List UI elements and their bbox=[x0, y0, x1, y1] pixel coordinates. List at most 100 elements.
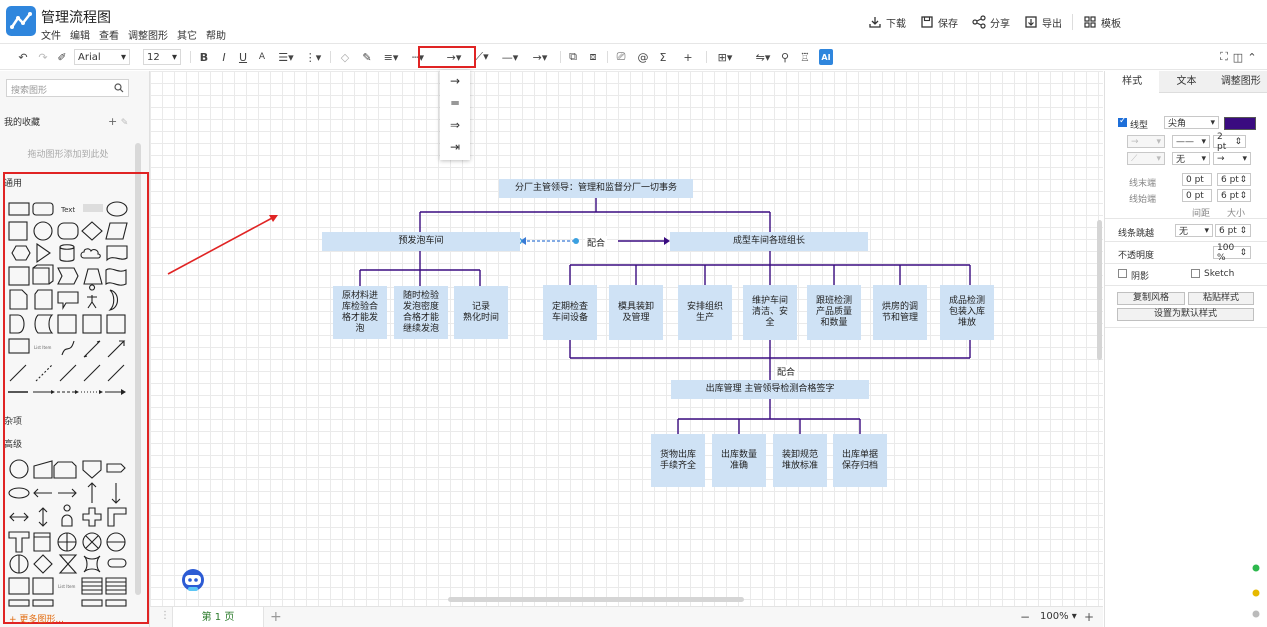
sketch-checkbox[interactable] bbox=[1191, 269, 1200, 278]
menu-file[interactable]: 文件 bbox=[41, 27, 61, 42]
to-front-icon[interactable]: ⧉ bbox=[566, 49, 580, 65]
diagram-node-right-child-3[interactable]: 安排组织 生产 bbox=[678, 285, 732, 340]
underline-button[interactable]: U bbox=[237, 49, 249, 65]
canvas-vertical-scrollbar[interactable] bbox=[1097, 220, 1102, 360]
add-page-button[interactable]: + bbox=[270, 609, 282, 625]
arrow-option-double-arrow[interactable]: ⇒ bbox=[440, 114, 470, 136]
diagram-node-molding[interactable]: 成型车间各班组长 bbox=[670, 232, 868, 251]
shadow-checkbox[interactable] bbox=[1118, 269, 1127, 278]
menu-help[interactable]: 帮助 bbox=[206, 27, 226, 42]
shirt-icon[interactable]: ♖ bbox=[798, 49, 812, 65]
line-jump-size-input[interactable]: 6 pt ⇕ bbox=[1215, 224, 1251, 237]
font-family-select[interactable]: Arial ▾ bbox=[74, 49, 130, 65]
menu-edit[interactable]: 编辑 bbox=[70, 27, 90, 42]
line-corner-select[interactable]: 尖角 ▾ bbox=[1164, 116, 1219, 129]
line-end-size-input[interactable]: 6 pt ⇕ bbox=[1217, 173, 1251, 186]
line-width-input[interactable]: 2 pt ⇕ bbox=[1213, 132, 1246, 152]
pin-icon[interactable]: ⚲ bbox=[778, 49, 792, 65]
arrow-option-bar-end[interactable]: ⇥ bbox=[440, 136, 470, 158]
diagram-node-right-child-6[interactable]: 烘房的调 节和管理 bbox=[873, 285, 927, 340]
italic-button[interactable]: I bbox=[218, 49, 230, 65]
insert-link-icon[interactable]: @ bbox=[636, 49, 650, 65]
zoom-out-button[interactable]: − bbox=[1020, 610, 1030, 624]
diagram-node-preexpansion[interactable]: 预发泡车间 bbox=[322, 232, 520, 251]
collapse-icon[interactable]: ⌃ bbox=[1246, 49, 1258, 65]
cooperate-label[interactable]: 配合 bbox=[585, 236, 608, 249]
fill-color-icon[interactable]: ◇ bbox=[338, 49, 352, 65]
tab-style[interactable]: 样式 bbox=[1105, 71, 1160, 93]
opacity-input[interactable]: 100 % ⇕ bbox=[1213, 243, 1251, 263]
align-left-icon[interactable]: ☰▾ bbox=[275, 49, 297, 65]
table-icon[interactable]: ⊞▾ bbox=[714, 49, 736, 65]
line-start-select[interactable]: 无 ▾ bbox=[1172, 152, 1210, 165]
menu-extras[interactable]: 其它 bbox=[177, 27, 197, 42]
menu-view[interactable]: 查看 bbox=[99, 27, 119, 42]
line-color-swatch[interactable] bbox=[1224, 117, 1256, 130]
more-shapes-link[interactable]: + 更多图形... bbox=[9, 612, 64, 625]
copy-style-button[interactable]: 复制风格 bbox=[1117, 292, 1185, 305]
line-start-icon[interactable]: —▾ bbox=[498, 49, 522, 65]
panel-toggle-icon[interactable]: ◫ bbox=[1232, 49, 1244, 65]
diagram-node-warehouse[interactable]: 出库管理 主管领导检测合格签字 bbox=[671, 380, 869, 399]
download-button[interactable]: 下载 bbox=[868, 15, 906, 30]
line-color-icon[interactable]: ✎ bbox=[360, 49, 374, 65]
arrow-option-simple[interactable]: → bbox=[440, 70, 470, 92]
template-button[interactable]: 模板 bbox=[1083, 15, 1121, 30]
font-size-select[interactable]: 12 ▾ bbox=[143, 49, 181, 65]
arrow-direction-select[interactable]: → ▾ bbox=[1127, 135, 1165, 148]
diagram-node-right-child-7[interactable]: 成品检测 包装入库 堆放 bbox=[940, 285, 994, 340]
line-pattern-select[interactable]: —— ▾ bbox=[1172, 135, 1210, 148]
line-end-spacing-input[interactable]: 0 pt bbox=[1182, 173, 1212, 186]
line-width-icon[interactable]: ≡▾ bbox=[380, 49, 402, 65]
line-start-spacing-input[interactable]: 0 pt bbox=[1182, 189, 1212, 202]
diagram-node-warehouse-child-4[interactable]: 出库单据 保存归档 bbox=[833, 434, 887, 487]
diagram-node-warehouse-child-2[interactable]: 出库数量 准确 bbox=[712, 434, 766, 487]
fit-screen-icon[interactable]: ⛶ bbox=[1218, 49, 1230, 65]
set-default-style-button[interactable]: 设置为默认样式 bbox=[1117, 308, 1254, 321]
diagram-node-left-child-2[interactable]: 随时检验 发泡密度 合格才能 继续发泡 bbox=[394, 286, 448, 339]
tab-text[interactable]: 文本 bbox=[1159, 71, 1214, 93]
line-jump-select[interactable]: 无 ▾ bbox=[1175, 224, 1213, 237]
line-end-select[interactable]: → ▾ bbox=[1213, 152, 1251, 165]
save-button[interactable]: 保存 bbox=[920, 15, 958, 30]
to-back-icon[interactable]: ⧈ bbox=[586, 49, 600, 65]
diagram-node-warehouse-child-1[interactable]: 货物出库 手续齐全 bbox=[651, 434, 705, 487]
app-title[interactable]: 管理流程图 bbox=[41, 7, 111, 27]
vertical-align-icon[interactable]: ⋮▾ bbox=[303, 49, 323, 65]
diagram-node-root[interactable]: 分厂主管领导：管理和监督分厂一切事务 bbox=[499, 179, 693, 198]
diagram-node-right-child-1[interactable]: 定期检查 车间设备 bbox=[543, 285, 597, 340]
diagram-node-right-child-4[interactable]: 维护车间 清洁、安 全 bbox=[743, 285, 797, 340]
layout-icon[interactable]: ⇋▾ bbox=[752, 49, 774, 65]
share-button[interactable]: 分享 bbox=[972, 15, 1010, 30]
diagram-node-left-child-1[interactable]: 原材料进 库检验合 格才能发 泡 bbox=[333, 286, 387, 339]
line-checkbox[interactable] bbox=[1118, 116, 1127, 127]
ai-button[interactable]: AI bbox=[819, 49, 833, 65]
page-menu-icon[interactable]: ⋮ bbox=[160, 610, 170, 621]
waypoint-select[interactable]: ⟋ ▾ bbox=[1127, 152, 1165, 165]
canvas-horizontal-scrollbar[interactable] bbox=[448, 597, 744, 602]
tab-arrange[interactable]: 调整图形 bbox=[1213, 71, 1267, 93]
line-end-icon[interactable]: →▾ bbox=[528, 49, 552, 65]
zoom-in-button[interactable]: + bbox=[1084, 610, 1094, 624]
diagram-node-warehouse-child-3[interactable]: 装卸规范 堆放标准 bbox=[773, 434, 827, 487]
paste-style-button[interactable]: 粘贴样式 bbox=[1188, 292, 1254, 305]
export-button[interactable]: 导出 bbox=[1024, 15, 1062, 30]
ai-assistant-robot-icon[interactable] bbox=[180, 567, 206, 593]
diagram-node-right-child-5[interactable]: 跟班检测 产品质量 和数量 bbox=[807, 285, 861, 340]
formula-button[interactable]: Σ bbox=[656, 49, 670, 65]
page-tab-1[interactable]: 第 1 页 bbox=[172, 607, 264, 627]
menu-arrange[interactable]: 调整图形 bbox=[128, 27, 168, 42]
line-start-size-input[interactable]: 6 pt ⇕ bbox=[1217, 189, 1251, 202]
diagram-node-right-child-2[interactable]: 模具装卸 及管理 bbox=[609, 285, 663, 340]
redo-icon[interactable]: ↷ bbox=[36, 49, 50, 65]
cooperate-label-2[interactable]: 配合 bbox=[775, 365, 798, 378]
font-color-button[interactable]: A bbox=[256, 49, 268, 65]
arrow-option-double-line[interactable]: ═ bbox=[440, 92, 470, 114]
undo-icon[interactable]: ↶ bbox=[16, 49, 30, 65]
diagram-canvas[interactable]: 分厂主管领导：管理和监督分厂一切事务 预发泡车间 成型车间各班组长 配合 原材料… bbox=[150, 71, 1103, 606]
insert-plus-button[interactable]: + bbox=[678, 49, 698, 65]
insert-image-icon[interactable]: ⎚ bbox=[614, 49, 628, 65]
format-painter-icon[interactable]: ✐ bbox=[55, 49, 69, 65]
zoom-level[interactable]: 100% ▾ bbox=[1040, 611, 1077, 622]
bold-button[interactable]: B bbox=[198, 49, 210, 65]
